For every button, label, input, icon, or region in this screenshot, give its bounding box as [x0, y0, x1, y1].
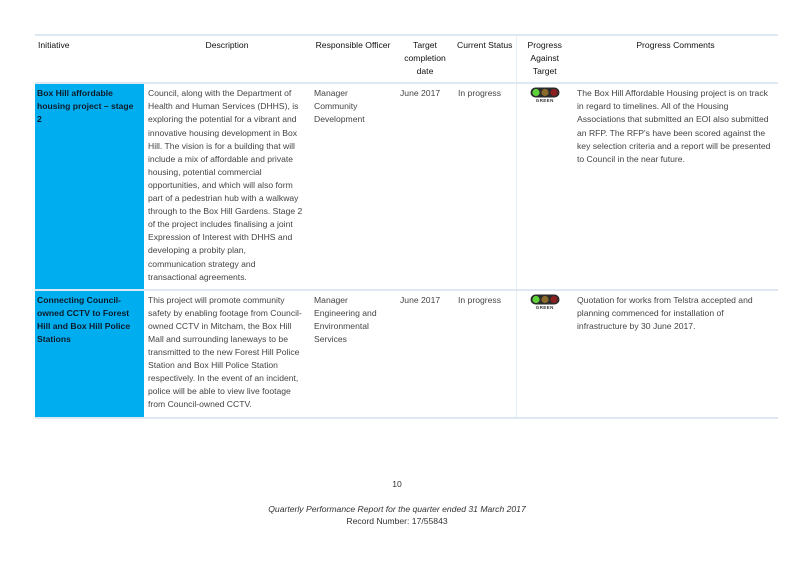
amber-light — [541, 89, 549, 97]
header-progress-against-target: Progress Against Target — [515, 33, 573, 85]
table-row: Connecting Council-owned CCTV to Forest … — [35, 289, 778, 419]
responsible-officer-cell: Manager Community Development — [310, 83, 396, 291]
status-label: GREEN — [535, 98, 554, 104]
report-title: Quarterly Performance Report for the qua… — [268, 504, 526, 514]
description-cell: This project will promote community safe… — [144, 289, 310, 419]
record-number: Record Number: 17/55843 — [346, 516, 448, 526]
description-cell: Council, along with the Department of He… — [144, 83, 310, 291]
header-description: Description — [144, 33, 310, 85]
status-label: GREEN — [535, 304, 554, 310]
current-status-cell: In progress — [454, 289, 516, 419]
red-light — [550, 295, 558, 303]
header-initiative: Initiative — [35, 33, 144, 85]
header-responsible-officer: Responsible Officer — [310, 33, 396, 85]
current-status-cell: In progress — [454, 83, 516, 291]
green-light — [532, 89, 540, 97]
progress-comments-cell: The Box Hill Affordable Housing project … — [573, 83, 778, 291]
header-target-completion-date: Target completion date — [396, 33, 454, 85]
page-number: 10 — [392, 479, 402, 489]
green-light — [532, 295, 540, 303]
progress-indicator-cell: GREEN — [515, 83, 573, 291]
progress-comments-cell: Quotation for works from Telstra accepte… — [573, 289, 778, 419]
amber-light — [541, 295, 549, 303]
initiative-cell: Box Hill affordable housing project – st… — [35, 83, 144, 291]
target-date-cell: June 2017 — [396, 289, 454, 419]
header-current-status: Current Status — [454, 33, 516, 85]
target-date-cell: June 2017 — [396, 83, 454, 291]
initiatives-table: Initiative Description Responsible Offic… — [35, 33, 778, 419]
traffic-light-icon: GREEN — [529, 294, 561, 311]
document-page: Initiative Description Responsible Offic… — [0, 0, 794, 562]
table-row: Box Hill affordable housing project – st… — [35, 83, 778, 291]
responsible-officer-cell: Manager Engineering and Environmental Se… — [310, 289, 396, 419]
header-progress-comments: Progress Comments — [573, 33, 778, 85]
initiative-cell: Connecting Council-owned CCTV to Forest … — [35, 289, 144, 419]
table-header-row: Initiative Description Responsible Offic… — [35, 33, 778, 85]
red-light — [550, 89, 558, 97]
traffic-light-icon: GREEN — [529, 87, 561, 104]
progress-indicator-cell: GREEN — [515, 289, 573, 419]
